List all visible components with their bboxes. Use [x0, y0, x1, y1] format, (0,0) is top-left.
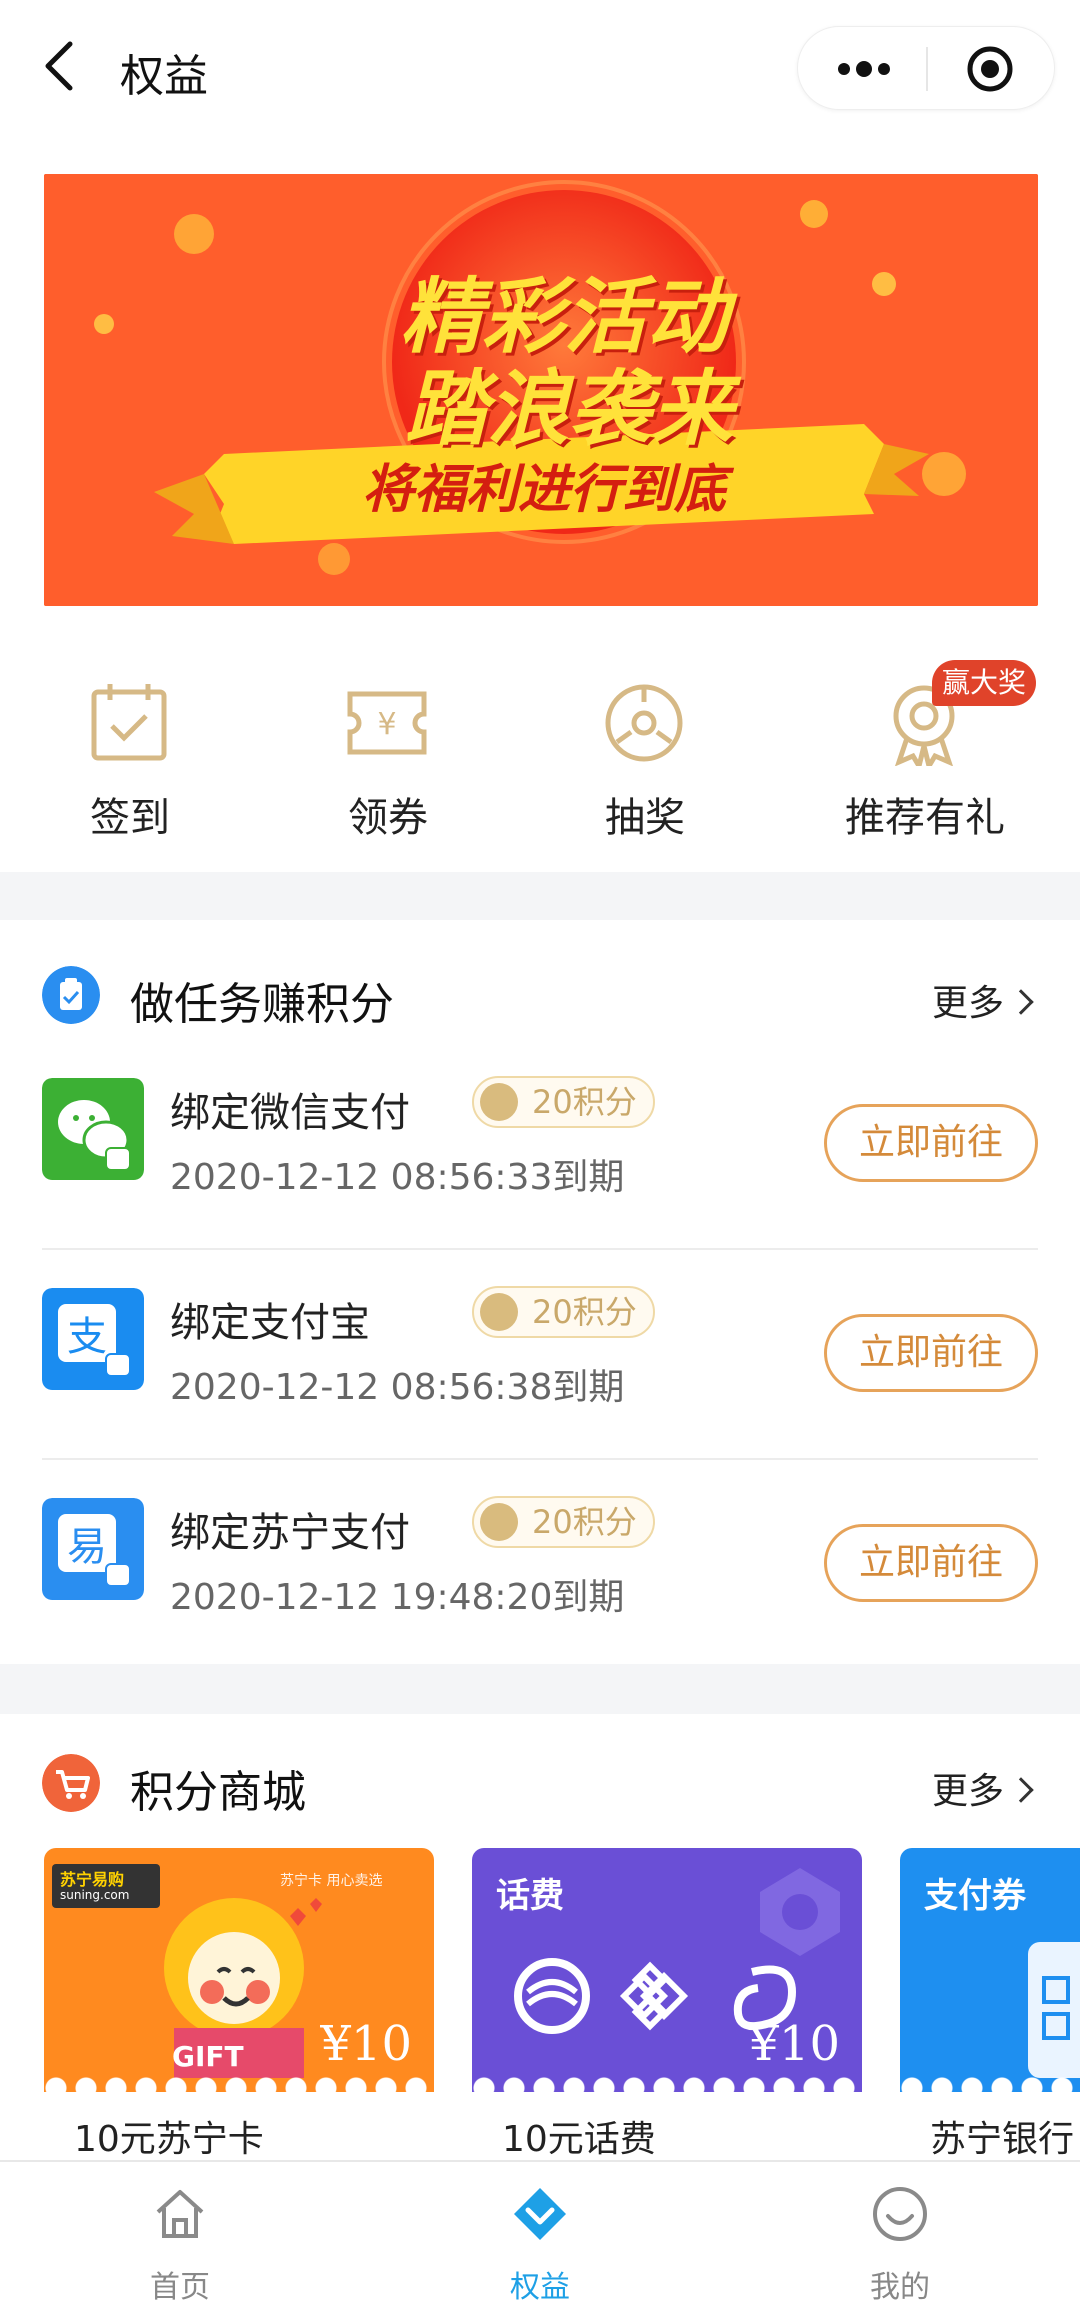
logo-text: 苏宁易购 — [60, 1870, 125, 1889]
smile-face-icon — [873, 2187, 927, 2241]
wechat-pay-icon — [42, 1078, 144, 1180]
mall-card[interactable]: 苏宁易购 suning.com 苏宁卡 用心卖选 GIFT ¥10 10元苏宁卡 — [44, 1848, 434, 2158]
section-title: 做任务赚积分 — [130, 979, 394, 1030]
task-row: 支 绑定支付宝 20积分 2020-12-12 08:56:38到期 立即前往 — [0, 1250, 1080, 1460]
suning-logo: 苏宁易购 suning.com — [52, 1864, 160, 1908]
top-nav-bar: 权益 — [0, 0, 1080, 136]
points-label: 20积分 — [532, 1503, 637, 1541]
mall-card[interactable]: 支付券 苏宁银行 — [900, 1848, 1080, 2158]
lottery-wheel-icon — [605, 684, 683, 762]
calendar-check-icon — [91, 684, 167, 761]
close-target-icon[interactable] — [966, 45, 1014, 93]
tasks-section-header: 做任务赚积分 更多 — [0, 940, 1080, 1050]
task-expiry: 2020-12-12 19:48:20到期 — [170, 1577, 625, 1618]
scallop-edge — [900, 2076, 1080, 2100]
phone-qr-icon — [1028, 1942, 1080, 2078]
card-image: 支付券 — [900, 1848, 1080, 2100]
capsule-divider — [926, 47, 928, 91]
prize-badge: 赢大奖 — [932, 660, 1037, 706]
card-name: 10元话费 — [502, 2119, 656, 2158]
task-name: 绑定苏宁支付 — [170, 1510, 410, 1556]
phone-badge-icon — [760, 1868, 840, 1956]
task-name: 绑定微信支付 — [170, 1090, 410, 1136]
tab-mine[interactable]: 我的 — [720, 2162, 1080, 2306]
task-expiry: 2020-12-12 08:56:33到期 — [170, 1157, 625, 1198]
card-name: 10元苏宁卡 — [74, 2119, 264, 2158]
bottom-tab-bar: 首页 权益 我的 — [0, 2160, 1080, 2306]
ticket-yen-icon: ¥ — [347, 691, 427, 755]
back-arrow-icon[interactable] — [36, 38, 84, 94]
banner-ribbon-text: 将福利进行到底 — [361, 460, 726, 520]
tab-label: 权益 — [510, 2270, 570, 2305]
points-badge: 20积分 — [472, 1286, 655, 1338]
tab-label: 首页 — [150, 2270, 210, 2305]
miniprogram-capsule — [797, 26, 1055, 110]
points-medal-icon — [480, 1293, 518, 1331]
home-icon — [156, 2190, 204, 2238]
chevron-right-icon — [1008, 989, 1034, 1015]
diamond-icon — [514, 2188, 566, 2240]
quick-label: 签到 — [90, 795, 170, 841]
banner-headline-1: 精彩活动 — [400, 270, 728, 365]
task-row: 绑定微信支付 20积分 2020-12-12 08:56:33到期 立即前往 — [0, 1040, 1080, 1250]
task-row: 易 绑定苏宁支付 20积分 2020-12-12 19:48:20到期 立即前往 — [0, 1460, 1080, 1670]
task-name: 绑定支付宝 — [170, 1300, 370, 1346]
suning-pay-icon: 易 — [42, 1498, 144, 1600]
card-image: 苏宁易购 suning.com 苏宁卡 用心卖选 GIFT ¥10 — [44, 1848, 434, 2100]
shopping-cart-icon — [42, 1754, 100, 1812]
points-badge: 20积分 — [472, 1496, 655, 1548]
clipboard-icon — [42, 966, 100, 1024]
quick-actions: 签到 ¥ 领券 抽奖 推荐有礼 赢大奖 — [0, 640, 1080, 870]
svg-text:支: 支 — [67, 1314, 107, 1360]
alipay-icon: 支 — [42, 1288, 144, 1390]
go-now-button[interactable]: 立即前往 — [824, 1524, 1038, 1602]
points-medal-icon — [480, 1503, 518, 1541]
go-now-button[interactable]: 立即前往 — [824, 1104, 1038, 1182]
promo-banner[interactable]: 精彩活动 踏浪袭来 将福利进行到底 — [44, 174, 1038, 606]
svg-text:¥: ¥ — [377, 707, 396, 742]
mall-carousel: 苏宁易购 suning.com 苏宁卡 用心卖选 GIFT ¥10 10元苏宁卡 — [0, 1848, 1080, 2158]
mall-card[interactable]: 话费 ¥10 10元话费 — [472, 1848, 862, 2158]
card-slogan: 苏宁卡 用心卖选 — [280, 1873, 383, 1889]
page-title: 权益 — [120, 51, 208, 102]
scallop-edge — [44, 2076, 434, 2100]
section-title: 积分商城 — [130, 1767, 306, 1818]
more-label: 更多 — [931, 983, 1004, 1024]
card-price: ¥10 — [748, 2016, 840, 2072]
section-gap — [0, 872, 1080, 920]
points-label: 20积分 — [532, 1293, 637, 1331]
chevron-right-icon — [1008, 1777, 1034, 1803]
logo-sub: suning.com — [60, 1888, 130, 1902]
more-dots-icon[interactable] — [836, 51, 892, 87]
card-price: ¥10 — [320, 2016, 412, 2072]
points-badge: 20积分 — [472, 1076, 655, 1128]
card-image: 话费 ¥10 — [472, 1848, 862, 2100]
scallop-edge — [472, 2076, 862, 2100]
quick-label: 抽奖 — [605, 795, 685, 841]
tab-benefits[interactable]: 权益 — [360, 2162, 720, 2306]
go-now-button[interactable]: 立即前往 — [824, 1314, 1038, 1392]
points-medal-icon — [480, 1083, 518, 1121]
quick-item-checkin[interactable]: 签到 — [0, 640, 260, 870]
card-name: 苏宁银行 — [930, 2119, 1075, 2158]
quick-label: 领券 — [348, 795, 428, 841]
tab-label: 我的 — [870, 2270, 930, 2305]
card-tag: 话费 — [496, 1876, 564, 1916]
mall-more-link[interactable]: 更多 — [931, 1762, 1034, 1814]
quick-label: 推荐有礼 — [845, 795, 1005, 841]
card-tag: 支付券 — [924, 1876, 1026, 1916]
section-gap — [0, 1664, 1080, 1714]
points-label: 20积分 — [532, 1083, 637, 1121]
task-expiry: 2020-12-12 08:56:38到期 — [170, 1367, 625, 1408]
more-label: 更多 — [931, 1771, 1004, 1812]
mall-section-header: 积分商城 更多 — [0, 1728, 1080, 1838]
tab-home[interactable]: 首页 — [0, 2162, 360, 2306]
banner-headline-2: 踏浪袭来 — [405, 362, 733, 457]
svg-text:易: 易 — [67, 1524, 107, 1570]
tasks-more-link[interactable]: 更多 — [931, 974, 1034, 1026]
quick-item-lottery[interactable]: 抽奖 — [515, 640, 775, 870]
gift-label: GIFT — [172, 2040, 244, 2073]
quick-item-coupon[interactable]: ¥ 领券 — [258, 640, 518, 870]
